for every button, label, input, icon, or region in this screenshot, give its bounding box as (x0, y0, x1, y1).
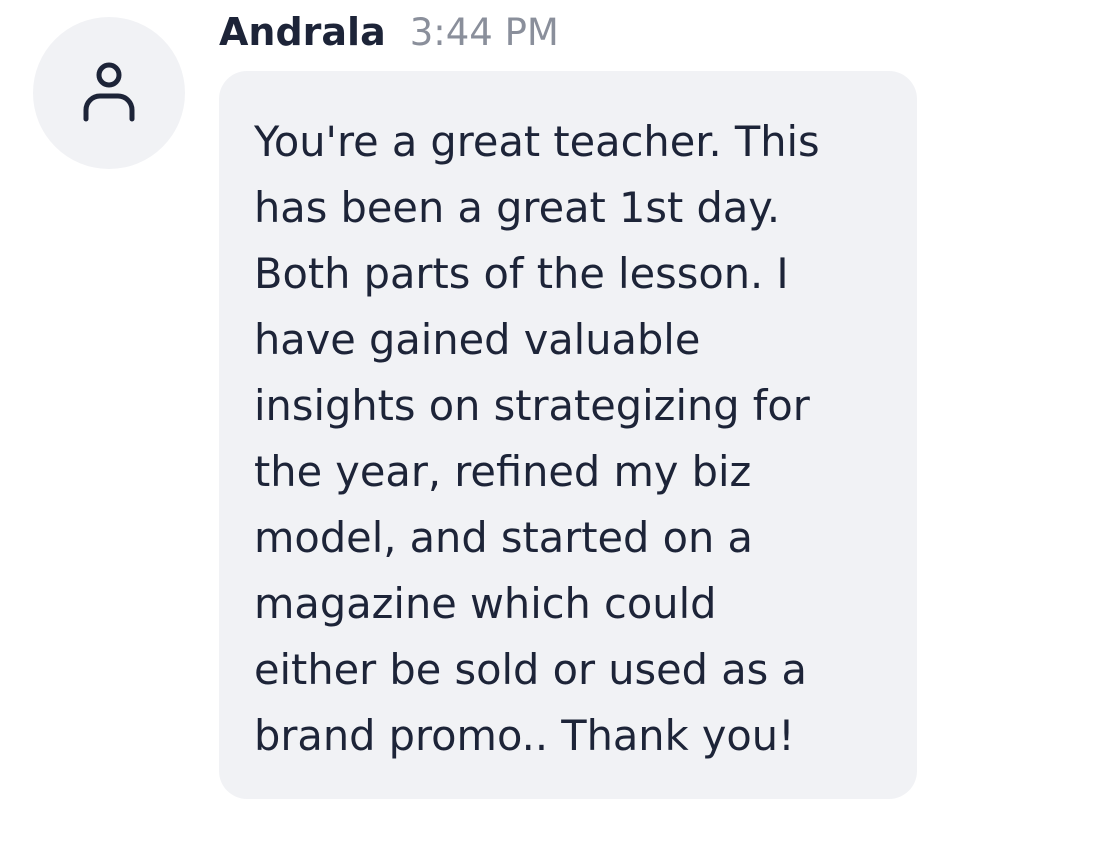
sender-name[interactable]: Andrala (219, 10, 386, 54)
message-bubble: You're a great teacher. This has been a … (219, 71, 917, 799)
message-header: Andrala 3:44 PM (219, 10, 559, 58)
avatar[interactable] (33, 17, 185, 169)
user-outline-icon (81, 62, 137, 124)
message-text: You're a great teacher. This has been a … (254, 117, 820, 760)
message-timestamp: 3:44 PM (409, 11, 559, 54)
